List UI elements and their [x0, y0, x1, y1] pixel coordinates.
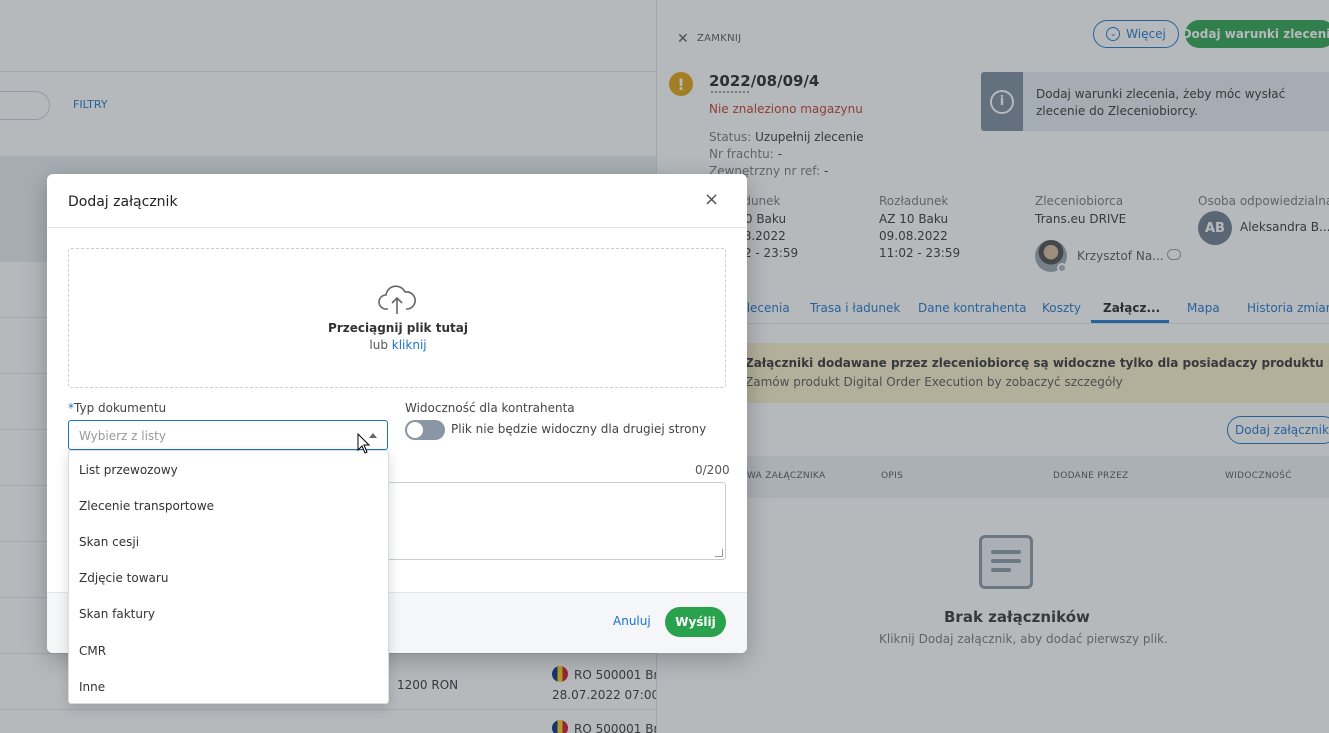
description-textarea[interactable] [388, 482, 726, 560]
cancel-button[interactable]: Anuluj [613, 614, 651, 628]
dropzone-subtitle: lub kliknij [369, 338, 427, 352]
cloud-upload-icon [378, 285, 416, 314]
doc-type-select[interactable]: Wybierz z listy [68, 420, 388, 450]
close-icon[interactable]: × [704, 189, 719, 210]
visibility-label: Widoczność dla kontrahenta [405, 401, 575, 415]
option-cmr[interactable]: CMR [69, 633, 388, 669]
doc-type-placeholder: Wybierz z listy [79, 429, 166, 443]
send-button[interactable]: Wyślij [665, 607, 726, 637]
dialog-header-divider [47, 227, 747, 228]
dialog-title: Dodaj załącznik [68, 194, 178, 210]
visibility-toggle-text: Plik nie będzie widoczny dla drugiej str… [451, 422, 707, 436]
doc-type-label: *Typ dokumentu [68, 401, 167, 415]
option-goods-photo[interactable]: Zdjęcie towaru [69, 560, 388, 596]
option-transport-order[interactable]: Zlecenie transportowe [69, 488, 388, 524]
mouse-pointer-icon [357, 433, 371, 454]
visibility-toggle[interactable] [405, 420, 445, 440]
option-other[interactable]: Inne [69, 669, 388, 705]
doc-type-options-list: List przewozowy Zlecenie transportowe Sk… [68, 450, 389, 704]
option-waybill[interactable]: List przewozowy [69, 452, 388, 488]
file-dropzone[interactable]: Przeciągnij plik tutaj lub kliknij [68, 248, 726, 388]
dropzone-title: Przeciągnij plik tutaj [328, 321, 468, 335]
resize-handle-icon[interactable] [715, 549, 723, 557]
option-assignment-scan[interactable]: Skan cesji [69, 524, 388, 560]
description-counter: 0/200 [695, 463, 730, 477]
option-invoice-scan[interactable]: Skan faktury [69, 596, 388, 632]
browse-file-link[interactable]: kliknij [392, 338, 427, 352]
